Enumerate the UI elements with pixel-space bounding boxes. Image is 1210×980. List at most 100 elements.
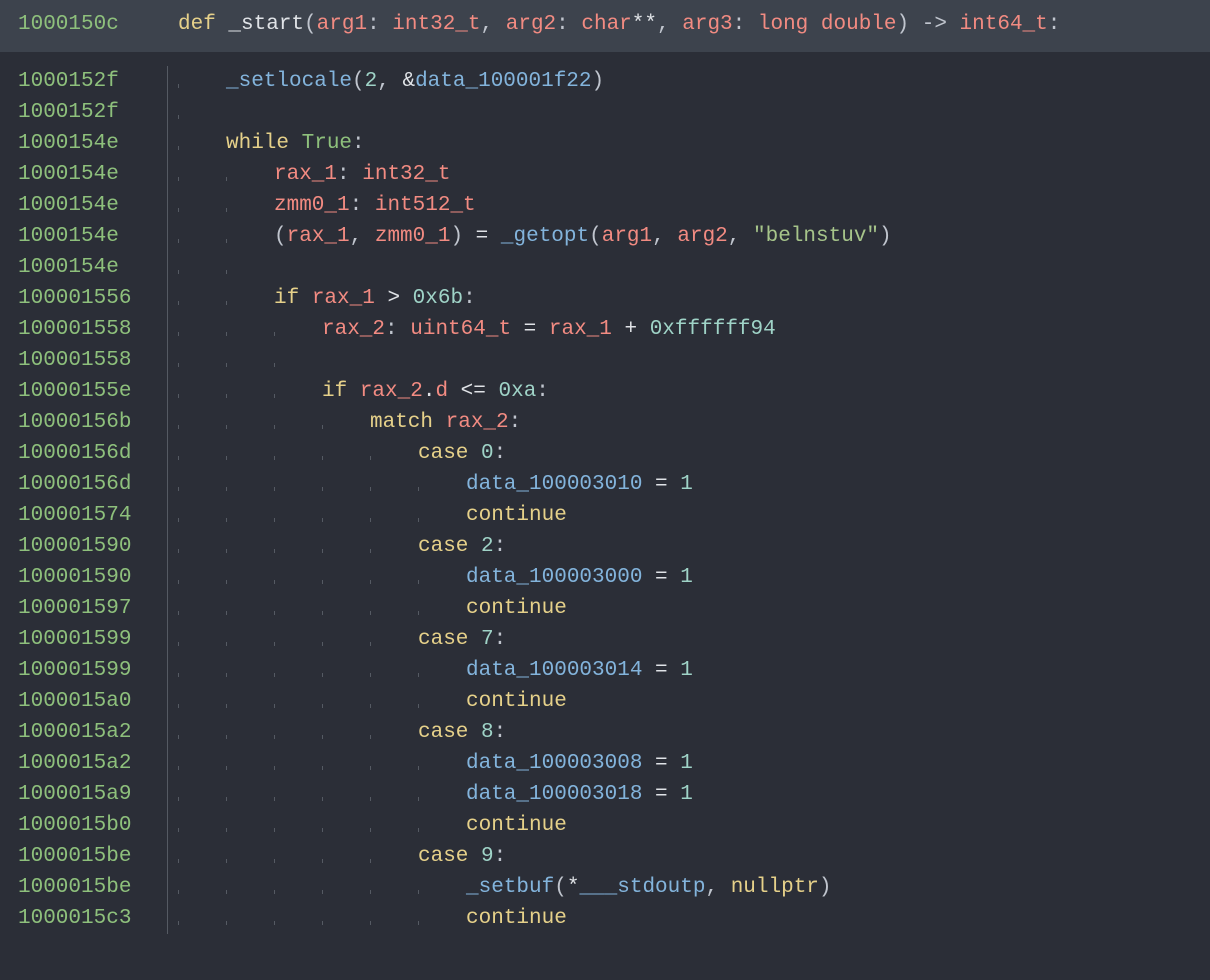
var-rax1[interactable]: rax_1 [287,225,350,248]
code[interactable]: continue [178,500,1192,531]
code[interactable]: continue [178,686,1192,717]
code-line[interactable]: 1000015a9 data_100003018 = 1 [0,779,1210,810]
code[interactable]: if rax_2.d <= 0xa: [178,376,1192,407]
code[interactable]: _setbuf(*___stdoutp, nullptr) [178,872,1192,903]
code-line[interactable]: 1000154e rax_1: int32_t [0,159,1210,190]
code-line[interactable]: 1000015a2 case 8: [0,717,1210,748]
code[interactable]: continue [178,903,1192,934]
code-line[interactable]: 10000156d data_100003010 = 1 [0,469,1210,500]
gutter [158,810,178,841]
code[interactable] [178,252,1192,283]
arg1[interactable]: arg1 [317,13,367,36]
code[interactable]: data_100003010 = 1 [178,469,1192,500]
code-line[interactable]: 100001599 data_100003014 = 1 [0,655,1210,686]
code[interactable]: data_100003008 = 1 [178,748,1192,779]
code[interactable]: _setlocale(2, &data_100001f22) [178,66,1192,97]
code-line[interactable]: 1000015a0 continue [0,686,1210,717]
equals: = [642,473,680,496]
arg3[interactable]: arg3 [682,13,732,36]
code-line[interactable]: 1000152f [0,97,1210,128]
data-ref[interactable]: data_100003014 [466,659,642,682]
code-line[interactable]: 1000154e zmm0_1: int512_t [0,190,1210,221]
code-line[interactable]: 1000154e [0,252,1210,283]
field-d[interactable]: d [435,380,448,403]
data-ref[interactable]: data_100003008 [466,752,642,775]
gutter [158,376,178,407]
code-line[interactable]: 100001599 case 7: [0,624,1210,655]
code-line[interactable]: 1000015a2 data_100003008 = 1 [0,748,1210,779]
code[interactable]: data_100003000 = 1 [178,562,1192,593]
ret-type[interactable]: int64_t [960,13,1048,36]
code[interactable]: continue [178,593,1192,624]
call-setbuf[interactable]: _setbuf [466,876,554,899]
code[interactable]: zmm0_1: int512_t [178,190,1192,221]
equals: = [463,225,501,248]
code[interactable]: case 2: [178,531,1192,562]
type-int32[interactable]: int32_t [362,163,450,186]
code-line[interactable]: 10000156d case 0: [0,438,1210,469]
arg2[interactable]: arg2 [506,13,556,36]
arg2[interactable]: arg2 [677,225,727,248]
code-line[interactable]: 100001574 continue [0,500,1210,531]
type-int32[interactable]: int32_t [392,13,480,36]
code-line[interactable]: 1000015b0 continue [0,810,1210,841]
code[interactable]: case 0: [178,438,1192,469]
code-line[interactable]: 1000015be _setbuf(*___stdoutp, nullptr) [0,872,1210,903]
code[interactable]: match rax_2: [178,407,1192,438]
var-zmm0[interactable]: zmm0_1 [375,225,451,248]
data-ref[interactable]: data_100003018 [466,783,642,806]
stdoutp-ref[interactable]: ___stdoutp [579,876,705,899]
code-line[interactable]: 1000154e (rax_1, zmm0_1) = _getopt(arg1,… [0,221,1210,252]
code-line[interactable]: 1000152f _setlocale(2, &data_100001f22) [0,66,1210,97]
data-ref[interactable]: data_100003010 [466,473,642,496]
code-line[interactable]: 10000156b match rax_2: [0,407,1210,438]
code-line[interactable]: 100001558 rax_2: uint64_t = rax_1 + 0xff… [0,314,1210,345]
code[interactable]: (rax_1, zmm0_1) = _getopt(arg1, arg2, "b… [178,221,1192,252]
gutter [158,190,178,221]
code-line[interactable]: 10000155e if rax_2.d <= 0xa: [0,376,1210,407]
var-rax2[interactable]: rax_2 [360,380,423,403]
function-header-line[interactable]: 1000150c def _start(arg1: int32_t, arg2:… [0,0,1210,52]
ptr-stars: ** [632,13,657,36]
call-getopt[interactable]: _getopt [501,225,589,248]
code[interactable]: rax_1: int32_t [178,159,1192,190]
code[interactable]: data_100003018 = 1 [178,779,1192,810]
code[interactable]: case 9: [178,841,1192,872]
var-rax2[interactable]: rax_2 [322,318,385,341]
code[interactable] [178,345,1192,376]
gutter [158,66,178,97]
var-zmm0[interactable]: zmm0_1 [274,194,350,217]
var-rax2[interactable]: rax_2 [446,411,509,434]
code-line[interactable]: 1000015c3 continue [0,903,1210,934]
type-longdouble[interactable]: long double [758,13,897,36]
code-line[interactable]: 1000015be case 9: [0,841,1210,872]
var-rax1[interactable]: rax_1 [549,318,612,341]
code[interactable]: case 8: [178,717,1192,748]
code-line[interactable]: 100001556 if rax_1 > 0x6b: [0,283,1210,314]
gutter [158,314,178,345]
type-char[interactable]: char [581,13,631,36]
arg1[interactable]: arg1 [602,225,652,248]
code[interactable]: rax_2: uint64_t = rax_1 + 0xffffff94 [178,314,1192,345]
data-ref[interactable]: data_100001f22 [415,70,591,93]
code-line[interactable]: 100001590 case 2: [0,531,1210,562]
var-rax1[interactable]: rax_1 [312,287,375,310]
call-setlocale[interactable]: _setlocale [226,70,352,93]
data-ref[interactable]: data_100003000 [466,566,642,589]
code[interactable]: case 7: [178,624,1192,655]
type-int512[interactable]: int512_t [375,194,476,217]
code[interactable]: data_100003014 = 1 [178,655,1192,686]
code[interactable]: if rax_1 > 0x6b: [178,283,1192,314]
code-line[interactable]: 100001590 data_100003000 = 1 [0,562,1210,593]
code-line[interactable]: 1000154e while True: [0,128,1210,159]
gutter [158,593,178,624]
func-name[interactable]: _start [228,13,304,36]
var-rax1[interactable]: rax_1 [274,163,337,186]
code[interactable]: while True: [178,128,1192,159]
code-line[interactable]: 100001597 continue [0,593,1210,624]
code[interactable]: continue [178,810,1192,841]
code-line[interactable]: 100001558 [0,345,1210,376]
type-uint64[interactable]: uint64_t [410,318,511,341]
code[interactable]: def _start(arg1: int32_t, arg2: char**, … [178,0,1192,52]
code[interactable] [178,97,1192,128]
